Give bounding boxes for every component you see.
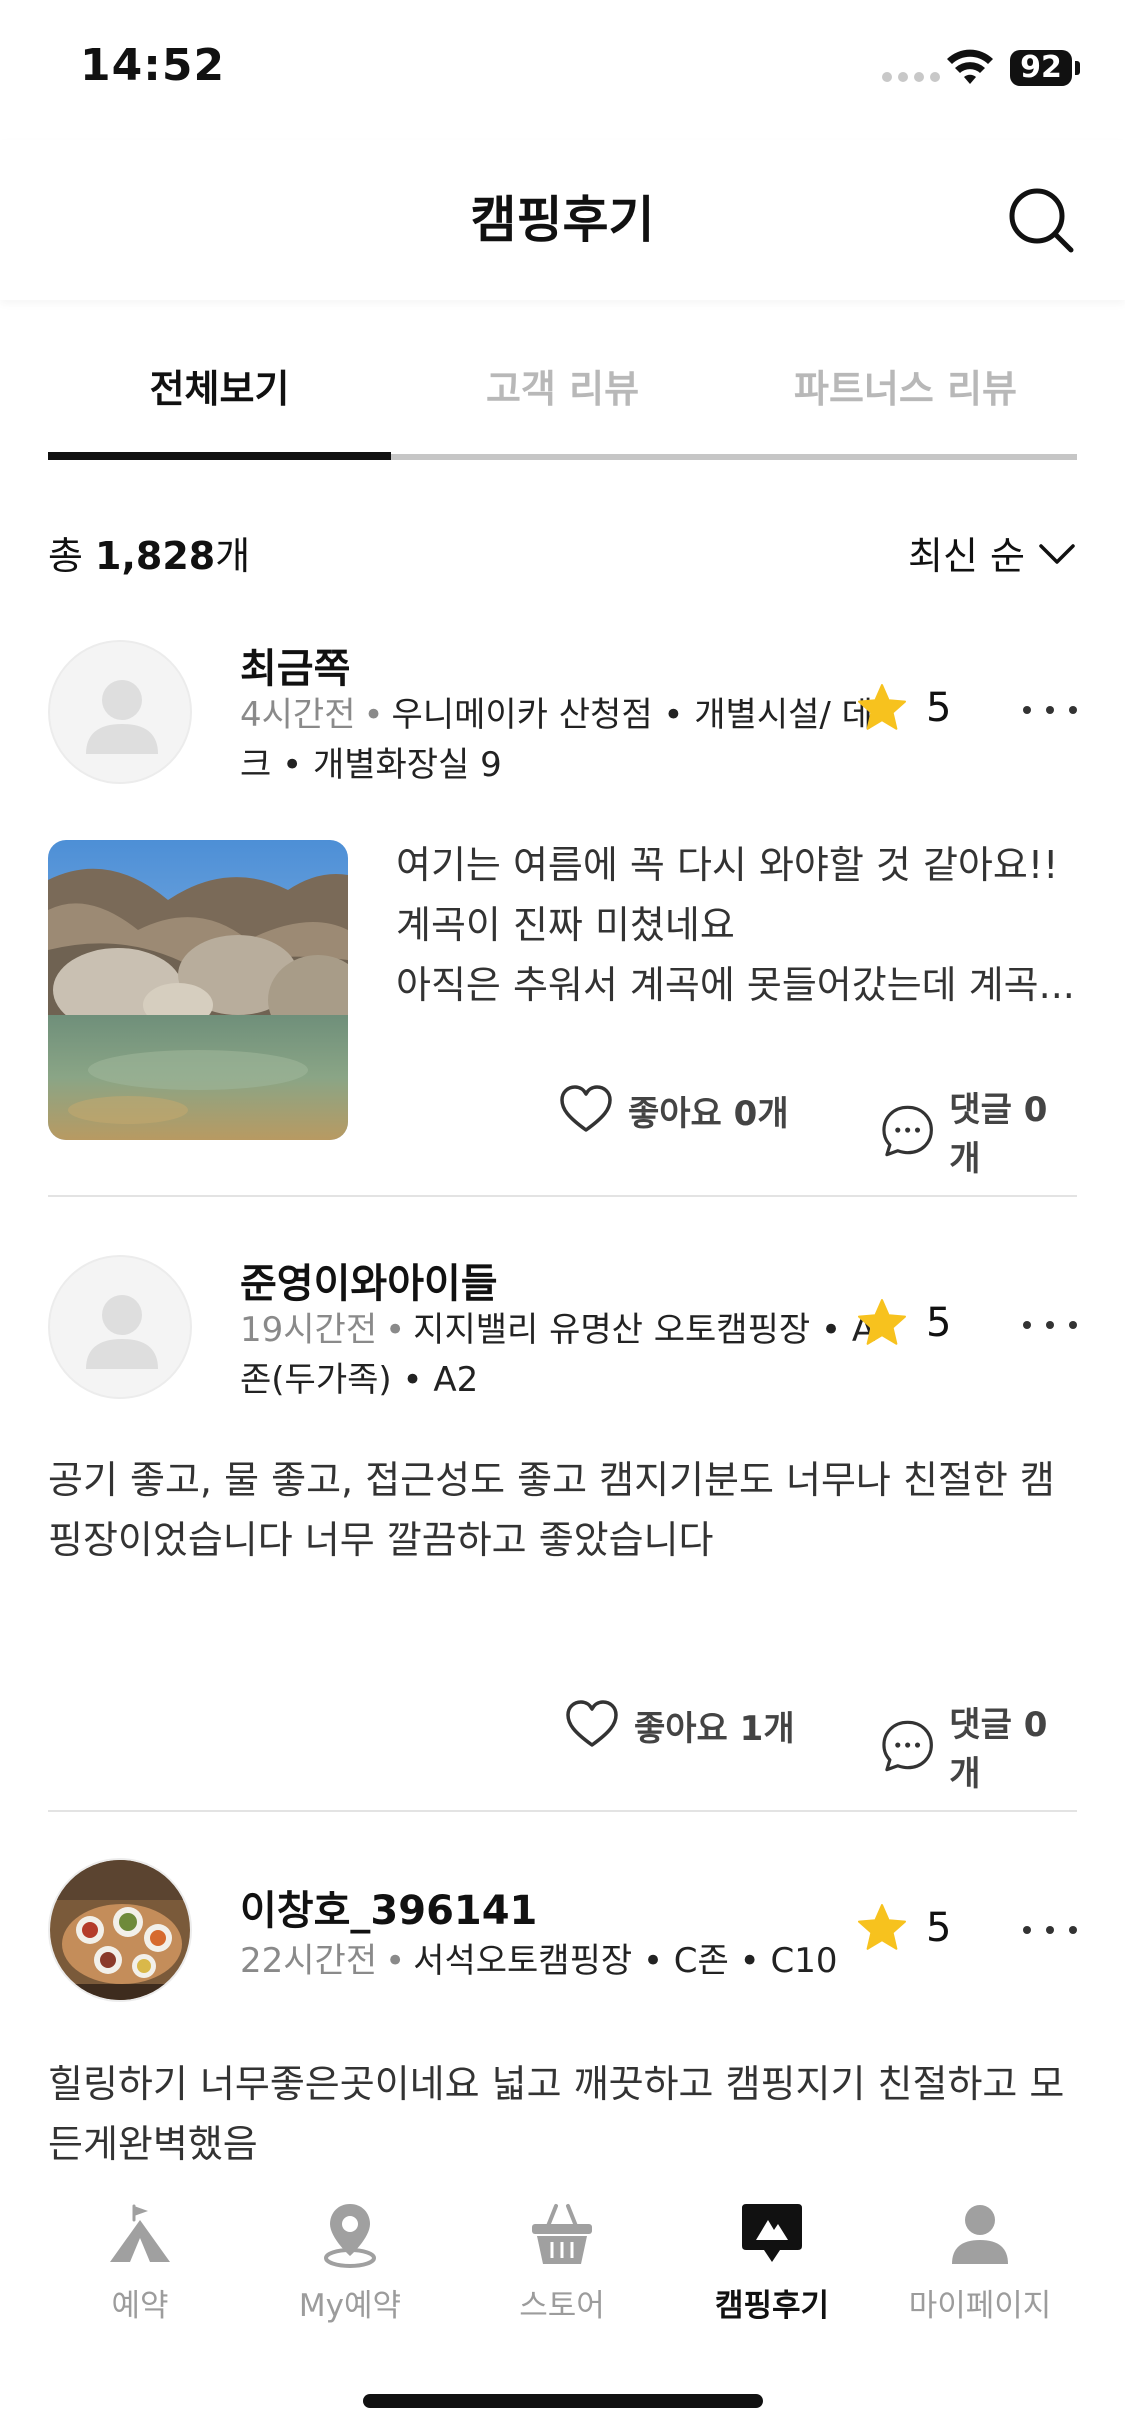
- nav-label: 캠핑후기: [714, 2288, 830, 2324]
- review-rating: 5: [856, 1902, 951, 1954]
- comment-bubble-icon: [882, 1105, 933, 1157]
- star-icon: [858, 1904, 906, 1950]
- review-tabs: 전체보기 고객 리뷰 파트너스 리뷰: [48, 330, 1077, 462]
- location-pin-icon: [324, 2204, 376, 2268]
- review-text[interactable]: 공기 좋고, 물 좋고, 접근성도 좋고 캠지기분도 너무나 친절한 캠 핑장이…: [48, 1450, 1077, 1570]
- review-text-line: 핑장이었습니다 너무 깔끔하고 좋았습니다: [48, 1518, 714, 1562]
- sort-label: 최신 순: [908, 534, 1025, 578]
- review-time: 4시간전: [240, 695, 356, 735]
- status-bar: 14:52 92: [0, 0, 1125, 140]
- campsite-location[interactable]: 서석오토캠핑장 • C존 • C10: [413, 1941, 837, 1981]
- post-divider: [48, 1195, 1077, 1197]
- review-text-line: 계곡이 진짜 미쳤네요: [396, 903, 735, 947]
- review-rating: 5: [856, 682, 951, 734]
- default-avatar-icon: [86, 680, 158, 754]
- battery-tip: [1075, 61, 1080, 75]
- page-title: 캠핑후기: [470, 191, 655, 249]
- meta-separator: •: [385, 1310, 406, 1350]
- avatar[interactable]: [48, 1255, 192, 1399]
- comment-button[interactable]: 댓글 0개: [880, 1082, 1077, 1180]
- review-card: 최금쪽 4시간전 • 우니메이카 산청점 • 개별시설/ 데크 • 개별화장실 9 …: [48, 630, 1077, 1190]
- avatar[interactable]: [48, 640, 192, 784]
- food-photo-avatar: [50, 1860, 190, 2000]
- search-icon[interactable]: [1005, 184, 1077, 256]
- like-button[interactable]: 좋아요 0개: [558, 1082, 789, 1138]
- wifi-icon: [947, 49, 993, 84]
- status-time: 14:52: [80, 40, 226, 91]
- total-count: 총 1,828개: [48, 525, 250, 580]
- nav-store[interactable]: 스토어: [462, 2198, 662, 2325]
- cellular-signal-icon: [882, 72, 940, 82]
- review-text-line: 힐링하기 너무좋은곳이네요 넓고 깨끗하고 캠핑지기 친절하고 모: [48, 2062, 1065, 2106]
- review-text[interactable]: 힐링하기 너무좋은곳이네요 넓고 깨끗하고 캠핑지기 친절하고 모 든게완벽했음: [48, 2054, 1077, 2174]
- review-meta: 4시간전 • 우니메이카 산청점 • 개별시설/ 데크 • 개별화장실 9: [240, 690, 880, 790]
- nav-my-page[interactable]: 마이페이지: [880, 2198, 1080, 2325]
- review-meta: 22시간전 • 서석오토캠핑장 • C존 • C10: [240, 1936, 880, 1986]
- nav-label: 마이페이지: [908, 2288, 1052, 2324]
- review-author[interactable]: 최금쪽: [240, 636, 350, 694]
- comment-count: 댓글 0개: [949, 1090, 1048, 1179]
- rating-value: 5: [926, 685, 952, 731]
- tab-active-indicator: [48, 452, 391, 460]
- like-button[interactable]: 좋아요 1개: [564, 1697, 795, 1753]
- comment-bubble-icon: [882, 1720, 933, 1772]
- review-card: 이창호_396141 22시간전 • 서석오토캠핑장 • C존 • C10 5 힐링…: [48, 1858, 1077, 2168]
- tab-partner-reviews[interactable]: 파트너스 리뷰: [734, 330, 1077, 452]
- more-options-icon[interactable]: [1023, 700, 1077, 720]
- review-rating: 5: [856, 1297, 951, 1349]
- more-options-icon[interactable]: [1023, 1315, 1077, 1335]
- review-card: 준영이와아이들 19시간전 • 지지밸리 유명산 오토캠핑장 • A존(두가족) •…: [48, 1245, 1077, 1805]
- tab-all[interactable]: 전체보기: [48, 330, 391, 452]
- star-icon: [858, 1299, 906, 1345]
- review-actions: 좋아요 1개 댓글 0개: [48, 1697, 1077, 1794]
- review-author[interactable]: 준영이와아이들: [240, 1251, 498, 1309]
- chevron-down-icon: [1039, 543, 1075, 564]
- default-avatar-icon: [86, 1295, 158, 1369]
- shopping-basket-icon: [532, 2204, 592, 2264]
- post-divider: [48, 1810, 1077, 1812]
- total-count-prefix: 총: [48, 534, 96, 578]
- nav-reservation[interactable]: 예약: [40, 2198, 240, 2325]
- total-count-suffix: 개: [215, 534, 251, 578]
- meta-separator: •: [385, 1941, 406, 1981]
- review-actions: 좋아요 0개 댓글 0개: [48, 1082, 1077, 1179]
- review-text-line: 공기 좋고, 물 좋고, 접근성도 좋고 캠지기분도 너무나 친절한 캠: [48, 1458, 1055, 1502]
- comment-count: 댓글 0개: [949, 1705, 1048, 1794]
- avatar[interactable]: [48, 1858, 192, 2002]
- more-options-icon[interactable]: [1023, 1920, 1077, 1940]
- review-chat-icon: [742, 2204, 802, 2262]
- sort-dropdown[interactable]: 최신 순: [908, 525, 1077, 580]
- heart-icon: [566, 1700, 618, 1747]
- nav-camping-review[interactable]: 캠핑후기: [672, 2198, 872, 2325]
- heart-icon: [560, 1085, 612, 1132]
- review-meta: 19시간전 • 지지밸리 유명산 오토캠핑장 • A존(두가족) • A2: [240, 1305, 880, 1405]
- like-count: 좋아요 1개: [634, 1708, 795, 1749]
- review-text[interactable]: 여기는 여름에 꼭 다시 와야할 것 같아요!! 계곡이 진짜 미쳤네요 아직은…: [396, 835, 1077, 1015]
- star-icon: [858, 684, 906, 730]
- home-indicator[interactable]: [363, 2394, 763, 2408]
- review-text-line: 든게완벽했음: [48, 2122, 258, 2166]
- person-icon: [952, 2205, 1008, 2264]
- nav-label: My예약: [298, 2288, 402, 2324]
- comment-button[interactable]: 댓글 0개: [880, 1697, 1077, 1795]
- nav-label: 스토어: [519, 2288, 605, 2324]
- nav-my-reservation[interactable]: My예약: [250, 2198, 450, 2325]
- review-time: 22시간전: [240, 1941, 378, 1981]
- total-count-value: 1,828: [95, 534, 216, 578]
- review-summary: 총 1,828개 최신 순: [48, 515, 1077, 585]
- review-time: 19시간전: [240, 1310, 378, 1350]
- rating-value: 5: [926, 1905, 952, 1951]
- nav-label: 예약: [111, 2288, 169, 2324]
- tab-customer-reviews[interactable]: 고객 리뷰: [391, 330, 734, 452]
- rating-value: 5: [926, 1300, 952, 1346]
- review-text-line: 아직은 추워서 계곡에 못들어갔는데 계곡...: [396, 963, 1075, 1007]
- review-text-line: 여기는 여름에 꼭 다시 와야할 것 같아요!!: [396, 843, 1059, 887]
- review-author[interactable]: 이창호_396141: [240, 1878, 537, 1936]
- camping-tent-icon: [110, 2204, 170, 2262]
- battery-icon: 92: [1010, 50, 1072, 86]
- app-header: 캠핑후기: [0, 140, 1125, 300]
- like-count: 좋아요 0개: [628, 1093, 789, 1134]
- meta-separator: •: [363, 695, 384, 735]
